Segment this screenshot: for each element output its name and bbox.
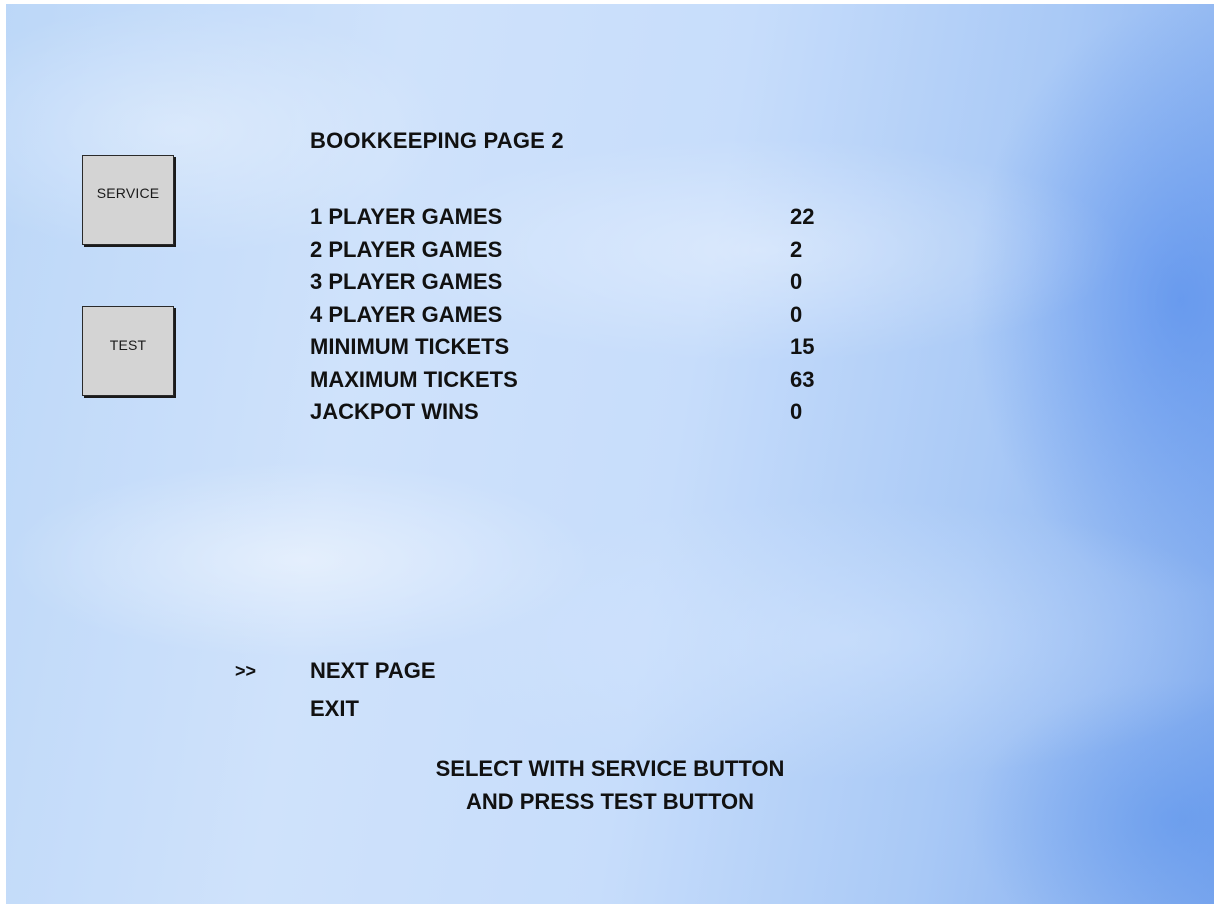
stat-row-minimum-tickets: MINIMUM TICKETS 15 [310,331,870,364]
stat-row-maximum-tickets: MAXIMUM TICKETS 63 [310,364,870,397]
stat-value: 0 [790,399,803,424]
stat-label: MINIMUM TICKETS [310,334,510,359]
stat-value: 15 [790,334,815,359]
stat-row-2-player-games: 2 PLAYER GAMES 2 [310,234,870,267]
instruction-line-2: AND PRESS TEST BUTTON [465,789,755,814]
stat-value: 0 [790,301,803,327]
selection-cursor: >> [235,661,257,681]
stat-label: JACKPOT WINS [310,399,479,424]
stat-label: 4 PLAYER GAMES [310,301,503,327]
stat-label: 3 PLAYER GAMES [310,269,503,294]
stat-row-4-player-games: 4 PLAYER GAMES 0 [310,299,870,332]
stat-value: 63 [790,366,815,392]
stat-value: 2 [790,236,803,262]
stat-value: 0 [790,269,803,294]
stat-label: 1 PLAYER GAMES [310,204,503,229]
page-title: BOOKKEEPING PAGE 2 [310,128,564,153]
stat-label: MAXIMUM TICKETS [310,366,518,392]
menu-item-label[interactable]: NEXT PAGE [310,653,436,689]
stat-row-1-player-games: 1 PLAYER GAMES 22 [310,201,870,234]
stat-row-3-player-games: 3 PLAYER GAMES 0 [310,266,870,299]
test-button-label: TEST [109,337,147,353]
service-button-label: SERVICE [96,185,160,201]
stat-row-jackpot-wins: JACKPOT WINS 0 [310,396,870,429]
stat-label: 2 PLAYER GAMES [310,236,503,262]
service-button[interactable]: SERVICE [82,155,174,245]
bookkeeping-stats: 1 PLAYER GAMES 22 2 PLAYER GAMES 2 3 PLA… [310,201,870,429]
instructions: SELECT WITH SERVICE BUTTON AND PRESS TES… [310,752,910,818]
stat-value: 22 [790,204,815,229]
menu-item-label[interactable]: EXIT [310,691,359,727]
instruction-line-1: SELECT WITH SERVICE BUTTON [435,756,785,781]
test-button[interactable]: TEST [82,306,174,396]
